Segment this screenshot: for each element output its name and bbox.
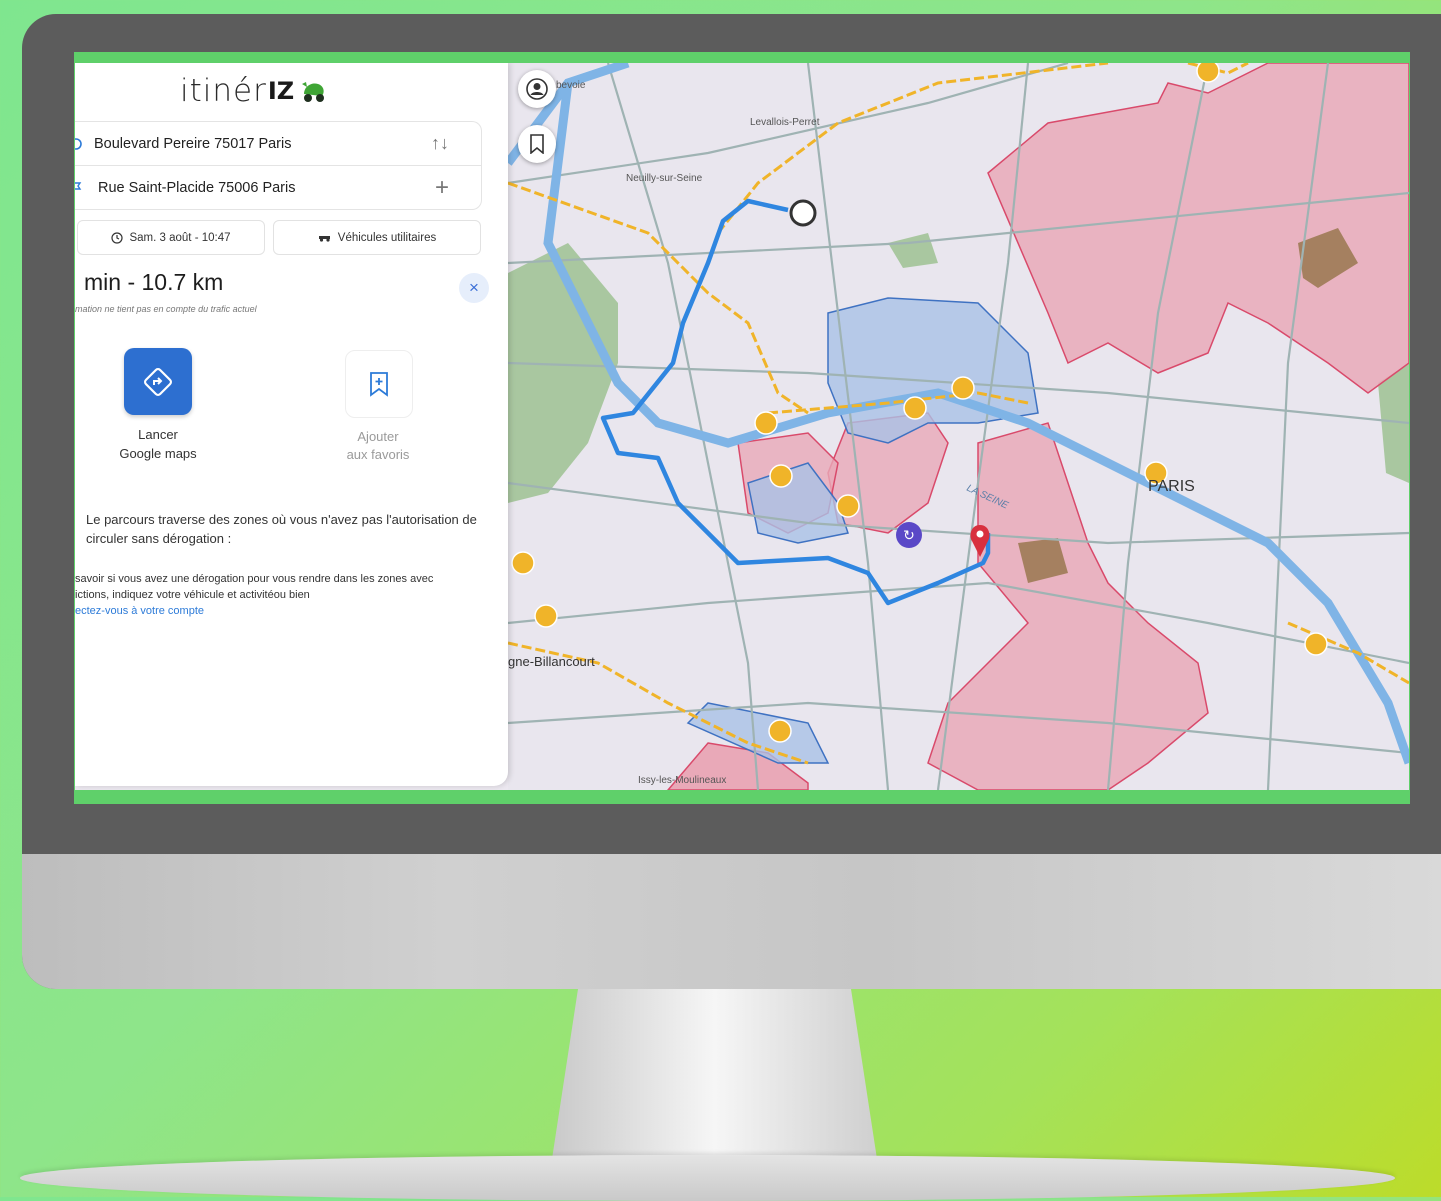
turtle-logo-icon — [302, 82, 325, 102]
monitor-stand — [552, 989, 877, 1159]
info-line-2: ictions, indiquez votre véhicule et acti… — [75, 589, 310, 601]
itinerary-panel: itinér IZ Boulevard Pereire 75017 Paris … — [75, 63, 508, 786]
map-label-courbevoie: bevoie — [556, 80, 586, 91]
vehicle-button[interactable]: Véhicules utilitaires — [273, 220, 481, 255]
info-line-1: savoir si vous avez une dérogation pour … — [75, 573, 434, 585]
bookmarks-button[interactable] — [518, 125, 556, 163]
origin-input[interactable]: Boulevard Pereire 75017 Paris — [94, 136, 291, 152]
map-label-neuilly: Neuilly-sur-Seine — [626, 173, 703, 184]
datetime-button[interactable]: Sam. 3 août - 10:47 — [77, 220, 265, 255]
datetime-label: Sam. 3 août - 10:47 — [129, 231, 231, 244]
logo-mark: IZ — [267, 77, 295, 105]
derogation-info: savoir si vous avez une dérogation pour … — [75, 571, 508, 619]
traffic-note: mation ne tient pas en compte du trafic … — [75, 304, 257, 314]
flag-icon — [75, 181, 82, 190]
route-inputs: Boulevard Pereire 75017 Paris ↑↓ Rue Sai… — [75, 121, 482, 210]
swap-icon[interactable]: ↑↓ — [431, 133, 449, 154]
origin-circle-icon — [75, 137, 82, 150]
fav-label-line2: aux favoris — [346, 447, 410, 462]
monitor: ↻ bevoie Levallois-Perret Neuilly-sur-Se… — [22, 14, 1441, 989]
monitor-chin — [22, 854, 1441, 989]
destination-row[interactable]: Rue Saint-Placide 75006 Paris + — [75, 166, 481, 209]
map-label-levallois: Levallois-Perret — [750, 117, 820, 128]
close-icon[interactable]: × — [459, 273, 489, 303]
monitor-base — [20, 1155, 1395, 1201]
map-label-boulogne: gne-Billancourt — [508, 654, 595, 669]
launch-google-maps-label: Lancer Google maps — [108, 425, 208, 463]
launch-google-maps-button[interactable] — [124, 348, 192, 415]
add-favorite-button[interactable] — [345, 350, 413, 418]
vehicle-label: Véhicules utilitaires — [337, 231, 437, 244]
login-link[interactable]: ectez-vous à votre compte — [75, 603, 508, 619]
account-icon — [526, 78, 548, 100]
restriction-warning: Le parcours traverse des zones où vous n… — [86, 512, 477, 546]
account-button[interactable] — [518, 70, 556, 108]
launch-label-line1: Lancer — [138, 427, 178, 442]
bookmark-add-icon — [370, 372, 388, 397]
clock-icon — [111, 231, 124, 244]
vehicle-icon — [318, 235, 330, 242]
bookmark-icon — [530, 134, 544, 154]
logo-text: itinér — [180, 73, 267, 109]
svg-text:↻: ↻ — [903, 528, 915, 544]
restriction-zone-icon[interactable]: ↻ — [896, 522, 922, 548]
origin-row[interactable]: Boulevard Pereire 75017 Paris ↑↓ — [75, 122, 481, 166]
app-screen: ↻ bevoie Levallois-Perret Neuilly-sur-Se… — [75, 63, 1409, 790]
map-view[interactable]: ↻ bevoie Levallois-Perret Neuilly-sur-Se… — [504, 63, 1409, 790]
screen-frame: ↻ bevoie Levallois-Perret Neuilly-sur-Se… — [74, 52, 1410, 804]
fav-label-line1: Ajouter — [357, 429, 399, 444]
add-favorite-label: Ajouter aux favoris — [328, 428, 428, 464]
route-duration: min - 10.7 km — [84, 269, 224, 295]
destination-input[interactable]: Rue Saint-Placide 75006 Paris — [98, 180, 295, 196]
launch-label-line2: Google maps — [119, 446, 197, 461]
app-logo: itinér IZ — [180, 71, 328, 111]
map-label-paris: PARIS — [1148, 478, 1195, 495]
map-canvas[interactable]: ↻ bevoie Levallois-Perret Neuilly-sur-Se… — [504, 63, 1409, 790]
directions-icon — [144, 367, 172, 396]
route-start-icon[interactable] — [789, 199, 817, 227]
add-stop-icon[interactable]: + — [435, 174, 449, 202]
map-label-issy: Issy-les-Moulineaux — [638, 775, 726, 786]
